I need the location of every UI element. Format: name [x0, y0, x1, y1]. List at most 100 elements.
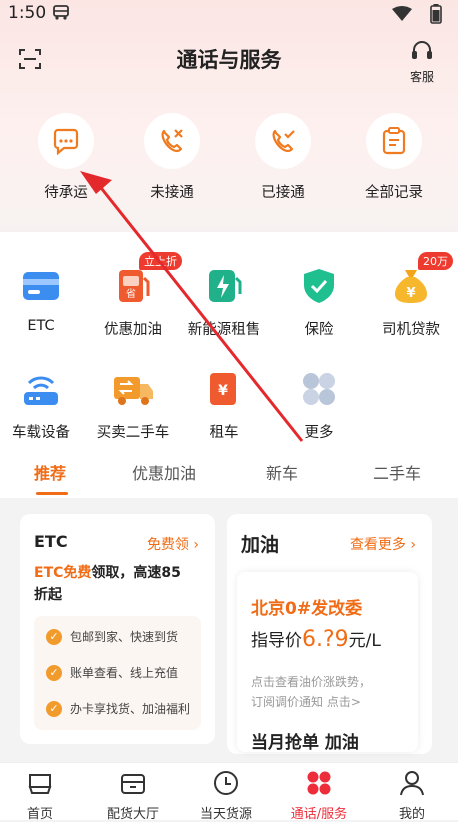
check-circle-icon: ✓	[46, 700, 62, 717]
fuel-deal: 当月抢单 加油	[251, 733, 359, 753]
person-icon	[400, 771, 424, 796]
fuel-price-value: 6.?9	[302, 627, 349, 652]
etc-card-title: ETC	[34, 532, 68, 551]
service-used-car-label: 买卖二手车	[96, 425, 170, 441]
nav-cargo-hall[interactable]: 配货大厅	[93, 769, 173, 822]
box-icon	[121, 774, 145, 794]
nav-cargo-hall-label: 配货大厅	[106, 807, 159, 822]
battery-icon	[430, 4, 442, 24]
etc-promo-line2: 折起	[34, 587, 62, 603]
fuel-see-more-link[interactable]: 查看更多 ›	[350, 534, 416, 554]
service-insurance-label: 保险	[304, 322, 334, 338]
loan-badge: 20万	[418, 252, 453, 270]
fuel-price-unit: 元/L	[348, 631, 381, 651]
pending-chat-icon	[53, 128, 79, 155]
check-circle-icon: ✓	[46, 664, 62, 681]
etc-card-icon	[23, 272, 59, 300]
quick-missed-label: 未接通	[150, 185, 194, 201]
service-fuel[interactable]: 省 立上折 优惠加油	[87, 252, 182, 339]
service-etc[interactable]: ETC	[0, 264, 87, 334]
check-circle-icon: ✓	[46, 628, 62, 645]
wifi-icon	[392, 6, 412, 21]
quick-missed[interactable]: 未接通	[127, 113, 217, 202]
fuel-city-text: 北京0#发改委	[251, 599, 363, 619]
connected-call-icon	[272, 129, 295, 153]
etc-promo-highlight: ETC免费	[34, 565, 92, 581]
customer-service-button[interactable]: 客服	[402, 40, 442, 85]
svg-text:¥: ¥	[406, 286, 415, 301]
feature-text: 账单查看、线上充值	[70, 666, 179, 680]
etc-card[interactable]: ETC 免费领 › ETC免费领取，高速85 折起 ✓ 包邮到家、快速到货 ✓ 账单…	[20, 514, 215, 744]
bottom-nav: 首页 配货大厅 当天货源 通话/服务 我的	[0, 762, 458, 822]
electric-charge-icon	[209, 270, 242, 302]
tab-fuel-discount[interactable]: 优惠加油	[132, 460, 196, 484]
quick-connected[interactable]: 已接通	[238, 113, 328, 202]
service-vehicle-device-label: 车载设备	[12, 425, 70, 441]
feature-text: 办卡享找货、加油福利	[70, 702, 191, 716]
fuel-note-line2: 订阅调价通知 点击>	[251, 695, 361, 709]
fuel-card-title: 加油	[241, 534, 280, 556]
page-title: 通话与服务	[176, 48, 282, 72]
service-more[interactable]: 更多	[273, 367, 365, 442]
fuel-card[interactable]: 加油 查看更多 › 北京0#发改委 指导价6.?9元/L 点击查看油价涨跌势， 订…	[227, 514, 432, 754]
tab-used-car[interactable]: 二手车	[373, 460, 421, 484]
call-service-active-icon	[307, 771, 331, 795]
tab-indicator	[36, 492, 68, 495]
service-used-car[interactable]: 买卖二手车	[87, 367, 179, 442]
nav-today-cargo-label: 当天货源	[199, 807, 252, 822]
tab-recommend[interactable]: 推荐	[34, 460, 66, 484]
truck-trade-icon	[114, 377, 153, 405]
quick-all-records[interactable]: 全部记录	[349, 113, 439, 202]
chevron-right-icon: ›	[193, 537, 199, 553]
nav-call-service[interactable]: 通话/服务	[279, 769, 359, 822]
svg-text:¥: ¥	[218, 383, 228, 399]
etc-link-text: 免费领	[146, 537, 189, 553]
service-new-energy-label: 新能源租售	[187, 322, 261, 338]
service-car-rental-label: 租车	[209, 425, 239, 441]
service-car-rental[interactable]: ¥ 租车	[178, 367, 270, 442]
service-new-energy[interactable]: 新能源租售	[178, 264, 270, 339]
service-driver-loan-label: 司机贷款	[382, 322, 440, 338]
feature-item: ✓ 办卡享找货、加油福利	[46, 700, 190, 717]
etc-get-free-link[interactable]: 免费领 ›	[147, 534, 199, 554]
headset-icon	[412, 41, 432, 59]
tab-new-car[interactable]: 新车	[266, 460, 298, 484]
more-grid-icon	[303, 373, 335, 405]
router-device-icon	[24, 376, 58, 405]
nav-home-label: 首页	[26, 807, 53, 822]
missed-call-icon	[161, 129, 183, 153]
service-vehicle-device[interactable]: 车载设备	[0, 367, 87, 442]
etc-promo: ETC免费领取，高速85 折起	[34, 562, 209, 606]
status-bar: 1:50	[0, 0, 458, 28]
service-etc-label: ETC	[27, 318, 55, 334]
fuel-price: 指导价6.?9元/L	[251, 626, 381, 652]
fuel-discount-icon: 省	[119, 270, 150, 302]
rental-tag-icon: ¥	[210, 373, 236, 405]
nav-mine-label: 我的	[398, 807, 425, 822]
status-time: 1:50	[8, 3, 47, 23]
nav-mine[interactable]: 我的	[372, 769, 452, 822]
clipboard-icon	[382, 127, 406, 155]
fuel-city: 北京0#发改委	[251, 594, 362, 619]
fuel-note: 点击查看油价涨跌势， 订阅调价通知 点击>	[251, 672, 371, 712]
money-bag-icon: ¥	[395, 270, 427, 303]
svg-text:省: 省	[126, 287, 136, 300]
feature-text: 包邮到家、快速到货	[70, 630, 179, 644]
service-fuel-label: 优惠加油	[104, 322, 162, 338]
fuel-price-label: 指导价	[251, 631, 302, 651]
nav-call-service-label: 通话/服务	[290, 807, 348, 822]
fuel-price-panel: 北京0#发改委 指导价6.?9元/L 点击查看油价涨跌势， 订阅调价通知 点击> …	[237, 572, 418, 753]
nav-home[interactable]: 首页	[0, 769, 80, 822]
feature-item: ✓ 包邮到家、快速到货	[46, 628, 178, 645]
fuel-link-text: 查看更多	[349, 537, 406, 553]
service-insurance[interactable]: 保险	[273, 264, 365, 339]
nav-today-cargo[interactable]: 当天货源	[186, 769, 266, 822]
truck-status-icon	[53, 5, 69, 20]
quick-pending-label: 待承运	[44, 185, 88, 201]
etc-feature-list: ✓ 包邮到家、快速到货 ✓ 账单查看、线上充值 ✓ 办卡享找货、加油福利	[34, 616, 201, 730]
quick-pending[interactable]: 待承运	[21, 113, 111, 202]
clock-icon	[214, 771, 238, 795]
service-driver-loan[interactable]: ¥ 20万 司机贷款	[365, 252, 457, 339]
quick-connected-label: 已接通	[261, 185, 305, 201]
chevron-right-icon: ›	[410, 537, 416, 553]
